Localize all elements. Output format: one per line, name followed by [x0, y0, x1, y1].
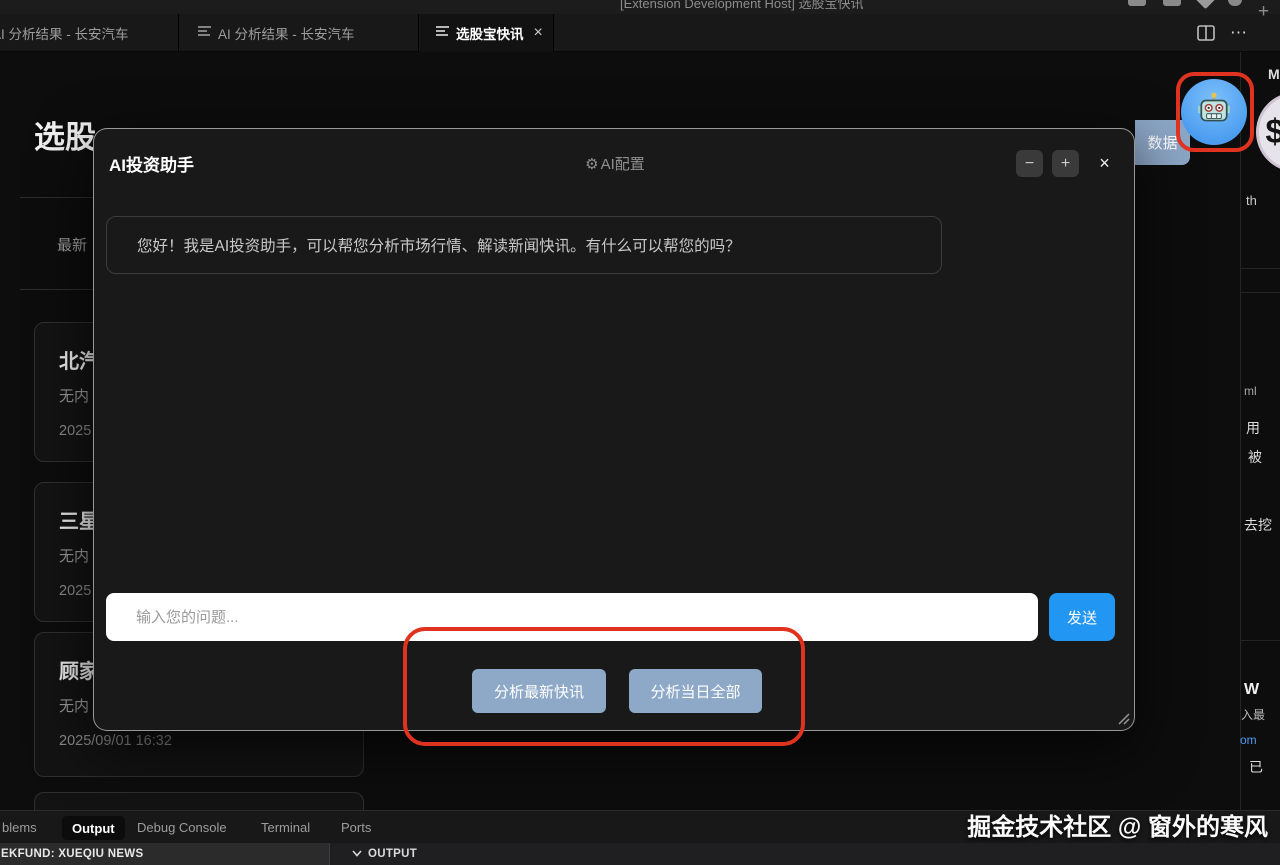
panel-tab-problems[interactable]: blems	[2, 811, 37, 844]
news-card-date: 2025	[59, 423, 91, 439]
tab-ai-analysis-1[interactable]: AI 分析结果 - 长安汽车	[0, 14, 179, 52]
dollar-icon: $	[1266, 113, 1280, 152]
clipped-text: ml	[1244, 384, 1257, 398]
clipped-link[interactable]: om	[1240, 733, 1257, 747]
panel-tab-debug-console[interactable]: Debug Console	[137, 811, 227, 844]
font-larger-button[interactable]: +	[1052, 150, 1079, 177]
feed-icon	[436, 24, 449, 42]
gear-icon: ⚙	[585, 156, 598, 173]
clipped-text: 入最	[1241, 706, 1265, 723]
page-title: 选股	[34, 112, 96, 157]
ai-assistant-robot-button[interactable]	[1181, 79, 1247, 145]
news-card-body: 无内	[59, 545, 89, 566]
editor-tab-bar: AI 分析结果 - 长安汽车 AI 分析结果 - 长安汽车 选股宝快讯 ×	[0, 14, 1280, 52]
send-button[interactable]: 发送	[1049, 593, 1115, 641]
new-tab-button[interactable]: +	[1258, 1, 1269, 23]
clipped-text: M	[1268, 66, 1280, 82]
clipped-text: 已	[1249, 757, 1263, 777]
panel-tab-terminal[interactable]: Terminal	[261, 811, 310, 844]
analyze-today-all-button[interactable]: 分析当日全部	[629, 669, 762, 713]
news-card-body: 无内	[59, 695, 89, 716]
font-smaller-button[interactable]: −	[1016, 150, 1043, 177]
output-channel-cell[interactable]: EKFUND: XUEQIU NEWS	[0, 843, 330, 865]
layout-toggle-icon[interactable]	[1128, 0, 1146, 6]
window-title: [Extension Development Host] 选股宝快讯	[620, 0, 1040, 12]
clipped-text: th	[1246, 193, 1257, 208]
divider	[1241, 268, 1280, 269]
window-titlebar: [Extension Development Host] 选股宝快讯	[0, 0, 1280, 14]
question-input[interactable]	[106, 593, 1038, 641]
tab-ai-analysis-2[interactable]: AI 分析结果 - 长安汽车	[180, 14, 419, 52]
tab-xuangubao-news-active[interactable]: 选股宝快讯 ×	[420, 14, 554, 52]
more-actions-icon[interactable]: ⋯	[1226, 20, 1252, 46]
split-editor-icon[interactable]	[1193, 20, 1219, 46]
output-status-row: EKFUND: XUEQIU NEWS OUTPUT	[0, 843, 1280, 865]
robot-icon	[1196, 92, 1232, 133]
ai-config-label: AI配置	[601, 156, 645, 173]
settings-icon[interactable]	[1228, 0, 1242, 6]
resize-handle[interactable]	[1116, 711, 1130, 730]
ai-config-button[interactable]: ⚙AI配置	[94, 153, 1136, 174]
watermark: 掘金技术社区 @ 窗外的寒风	[967, 807, 1268, 842]
divider	[20, 289, 95, 290]
nav-tab-latest[interactable]: 最新	[57, 234, 87, 255]
assistant-welcome-message: 您好！我是AI投资助手，可以帮您分析市场行情、解读新闻快讯。有什么可以帮您的吗？	[106, 216, 942, 274]
news-card-date: 2025/09/01 16:32	[59, 733, 172, 749]
notification-icon[interactable]	[1195, 0, 1216, 9]
tab-label: AI 分析结果 - 长安汽车	[0, 23, 129, 43]
news-card-body: 无内	[59, 385, 89, 406]
analyze-latest-news-button[interactable]: 分析最新快讯	[472, 669, 606, 713]
divider	[1241, 640, 1280, 641]
tab-label: 选股宝快讯	[456, 23, 524, 43]
chevron-down-icon	[352, 848, 362, 860]
tab-label: AI 分析结果 - 长安汽车	[218, 23, 355, 43]
output-dropdown-label: OUTPUT	[368, 848, 417, 860]
panel-tab-output-active[interactable]: Output	[62, 816, 125, 840]
close-tab-icon[interactable]: ×	[534, 25, 543, 41]
panel-toggle-icon[interactable]	[1163, 0, 1181, 6]
clipped-text: 用	[1246, 418, 1260, 438]
clipped-text: 去挖	[1244, 515, 1272, 535]
clipped-text: 被	[1248, 447, 1262, 467]
panel-tab-ports[interactable]: Ports	[341, 811, 371, 844]
clipped-text: W	[1244, 681, 1259, 699]
news-card[interactable]	[34, 792, 364, 810]
divider	[1240, 52, 1241, 810]
ai-assistant-modal: AI投资助手 ⚙AI配置 − + × 您好！我是AI投资助手，可以帮您分析市场行…	[93, 128, 1135, 731]
divider	[1241, 292, 1280, 293]
divider	[20, 197, 95, 198]
refresh-data-button[interactable]: 数据	[1135, 120, 1190, 165]
news-card-date: 2025	[59, 583, 91, 599]
close-modal-icon[interactable]: ×	[1091, 150, 1118, 177]
output-channel-label: EKFUND: XUEQIU NEWS	[1, 848, 143, 860]
screen: [Extension Development Host] 选股宝快讯 + AI …	[0, 0, 1280, 865]
feed-icon	[198, 24, 211, 42]
output-dropdown[interactable]: OUTPUT	[352, 843, 417, 865]
